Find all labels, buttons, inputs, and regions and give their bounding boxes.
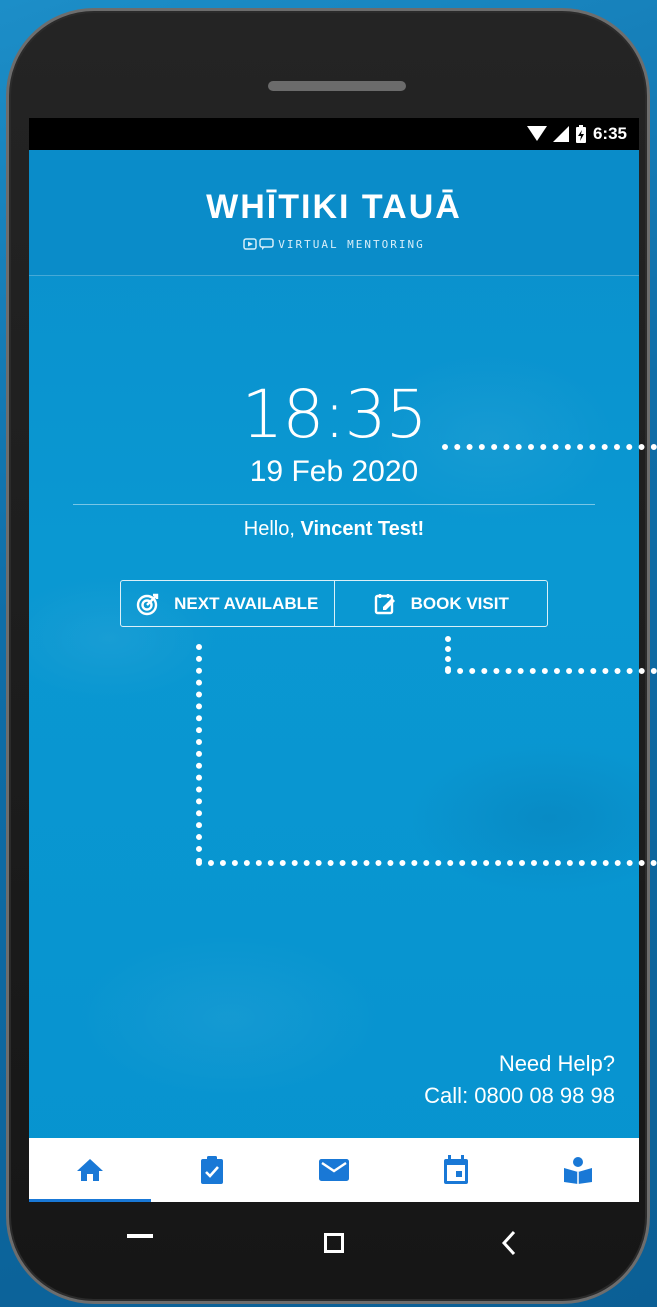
callout-line-bookvisit-h	[445, 668, 657, 674]
greeting-prefix: Hello,	[243, 518, 301, 540]
menu-key-icon[interactable]	[127, 1234, 153, 1238]
screen-background	[29, 118, 639, 1202]
target-icon	[136, 593, 159, 615]
system-nav-bar	[29, 1204, 639, 1284]
action-button-group: NEXT AVAILABLE BOOK VISIT	[120, 580, 548, 627]
wifi-icon	[526, 126, 547, 141]
bottom-nav	[29, 1138, 639, 1202]
callout-line-bookvisit-v	[445, 636, 451, 672]
home-key-icon[interactable]	[324, 1233, 344, 1253]
book-visit-label: BOOK VISIT	[410, 593, 509, 613]
nav-mail[interactable]	[273, 1138, 395, 1202]
back-key-icon[interactable]	[501, 1230, 517, 1256]
battery-icon	[575, 125, 586, 143]
home-icon	[77, 1159, 103, 1181]
nav-calendar[interactable]	[395, 1138, 517, 1202]
tagline-text: VIRTUAL MENTORING	[278, 238, 425, 251]
callout-line-next-h	[196, 860, 657, 866]
app-screen: 6:35 WHĪTIKI TAUĀ VIRTUAL MENTORING 18:3…	[29, 118, 639, 1202]
video-chat-icon	[243, 238, 274, 250]
status-time: 6:35	[592, 124, 627, 143]
nav-tasks[interactable]	[151, 1138, 273, 1202]
tasks-icon	[201, 1156, 223, 1184]
phone-speaker	[268, 81, 406, 91]
app-header: WHĪTIKI TAUĀ VIRTUAL MENTORING	[29, 150, 639, 276]
signal-icon	[552, 126, 569, 142]
nav-home[interactable]	[29, 1138, 151, 1202]
nav-learning[interactable]	[517, 1138, 639, 1202]
callout-line-next-v	[196, 644, 202, 864]
clock-time: 18:35	[241, 376, 427, 453]
help-phone: Call: 0800 08 98 98	[424, 1083, 615, 1108]
next-available-button[interactable]: NEXT AVAILABLE	[121, 581, 334, 626]
status-bar: 6:35	[29, 118, 639, 150]
greeting: Hello, Vincent Test!	[29, 518, 639, 541]
help-title: Need Help?	[498, 1051, 615, 1076]
brand-tagline: VIRTUAL MENTORING	[29, 238, 639, 251]
learning-icon	[564, 1157, 592, 1184]
callout-line-clock	[442, 444, 657, 450]
calendar-edit-icon	[374, 593, 395, 614]
divider	[73, 504, 595, 505]
clock-date: 19 Feb 2020	[249, 455, 419, 488]
brand-title: WHĪTIKI TAUĀ	[206, 188, 462, 226]
mail-icon	[319, 1159, 349, 1181]
book-visit-button[interactable]: BOOK VISIT	[333, 581, 548, 626]
calendar-icon	[444, 1155, 468, 1184]
user-name: Vincent Test!	[300, 518, 425, 540]
next-available-label: NEXT AVAILABLE	[174, 593, 319, 613]
help-contact[interactable]: Need Help? Call: 0800 08 98 98	[424, 1048, 615, 1112]
